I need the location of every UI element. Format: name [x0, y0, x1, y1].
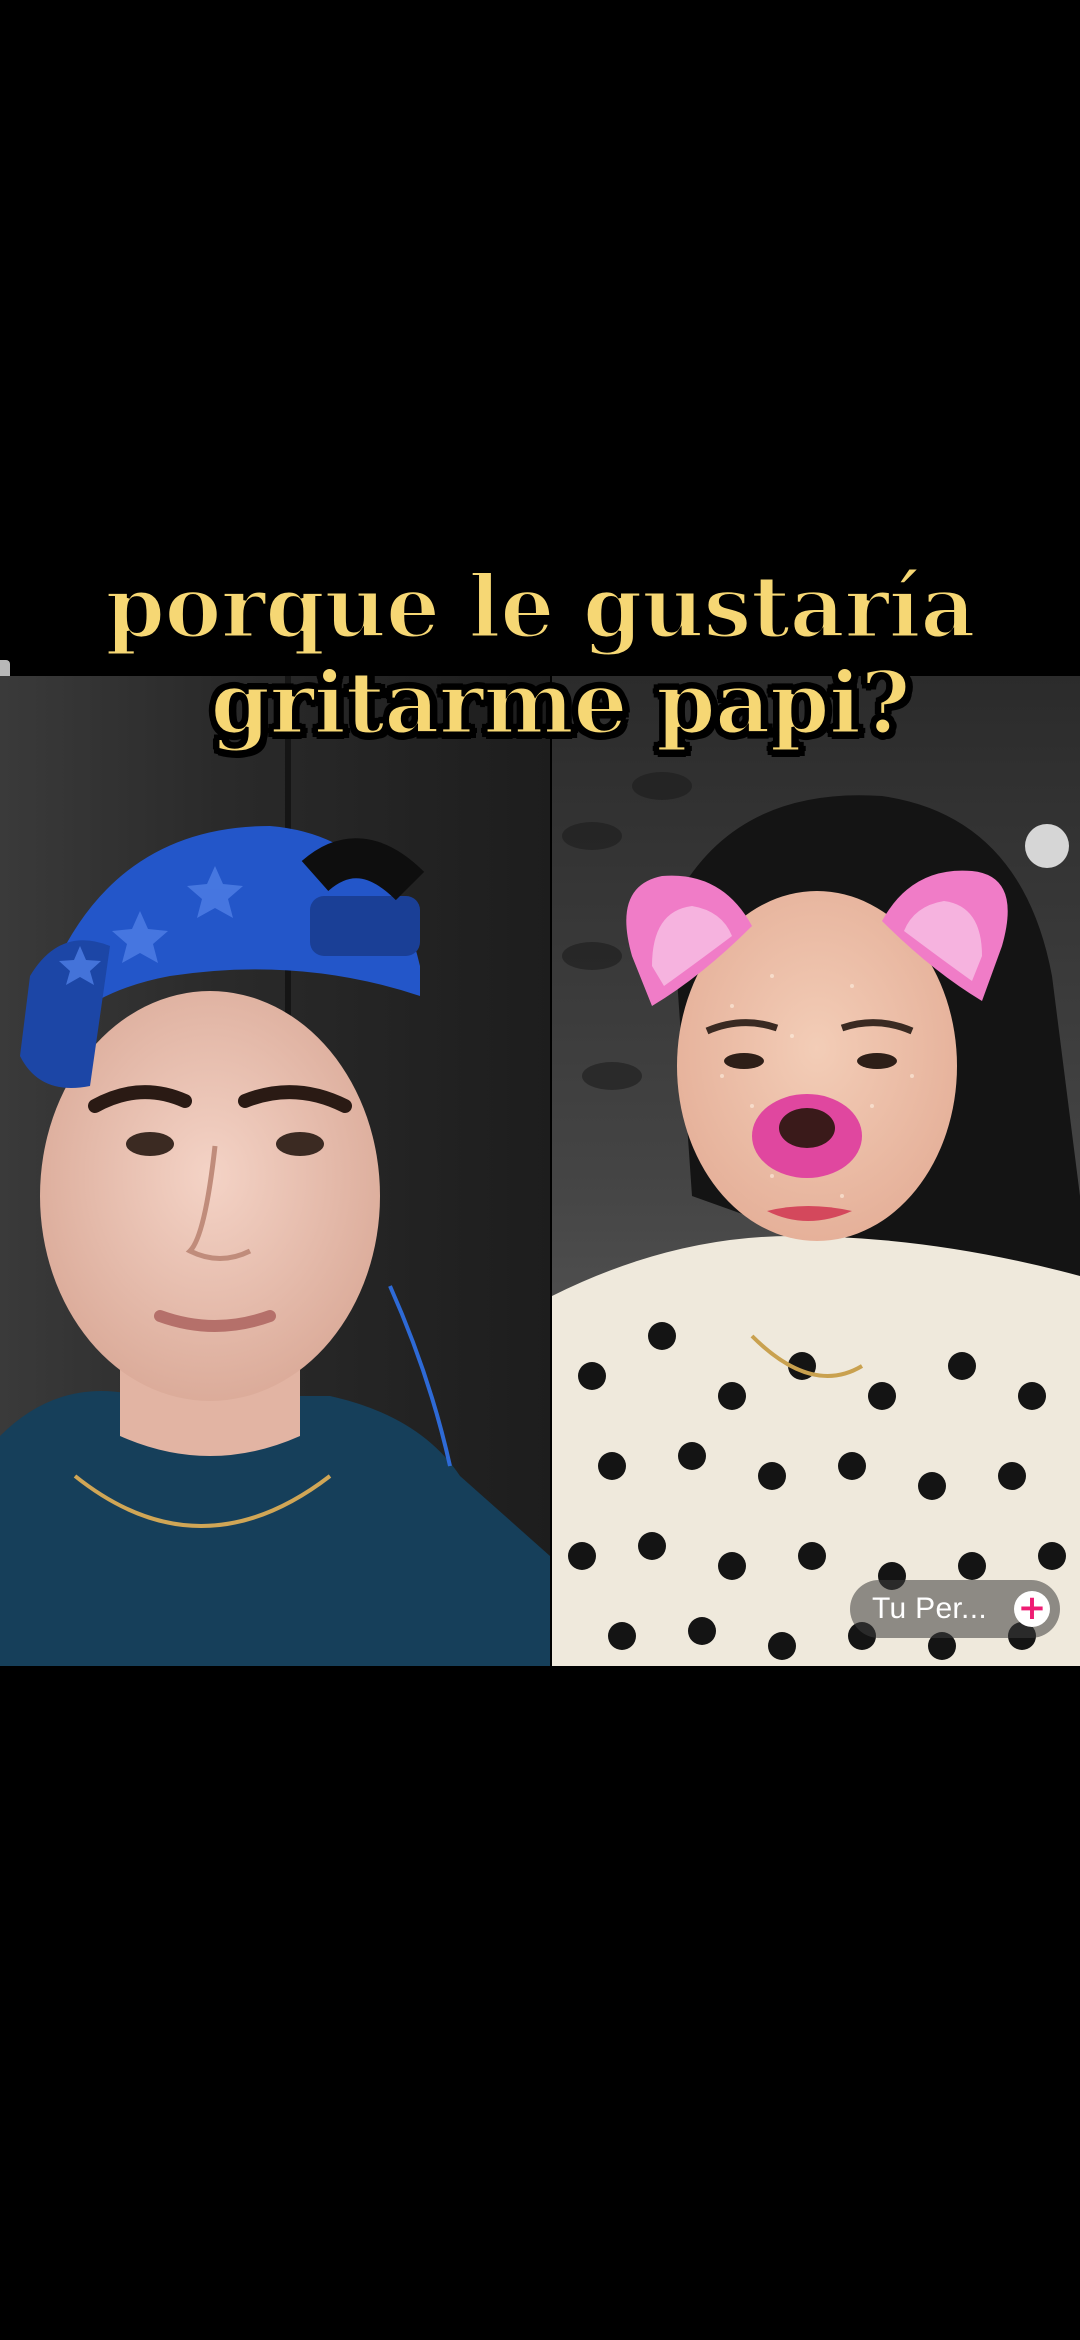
- profile-name-label: Tu Per...: [872, 1592, 987, 1625]
- caption-line-1: porque le gustaría: [104, 557, 978, 658]
- video-stage: porque le gustaría gritarme papi? Tu Per…: [0, 0, 1080, 2340]
- add-follow-icon[interactable]: +: [1014, 1591, 1050, 1627]
- plus-icon: +: [1017, 1587, 1047, 1628]
- video-feed-right: [552, 676, 1080, 1666]
- camera-feed-icon: [552, 676, 1080, 1666]
- profile-follow-button[interactable]: Tu Per... +: [850, 1580, 1060, 1638]
- caption-line-2: gritarme papi?: [209, 653, 913, 755]
- camera-feed-icon: [0, 676, 550, 1666]
- video-feed-left: [0, 676, 550, 1666]
- video-caption: porque le gustaría gritarme papi?: [0, 557, 1080, 755]
